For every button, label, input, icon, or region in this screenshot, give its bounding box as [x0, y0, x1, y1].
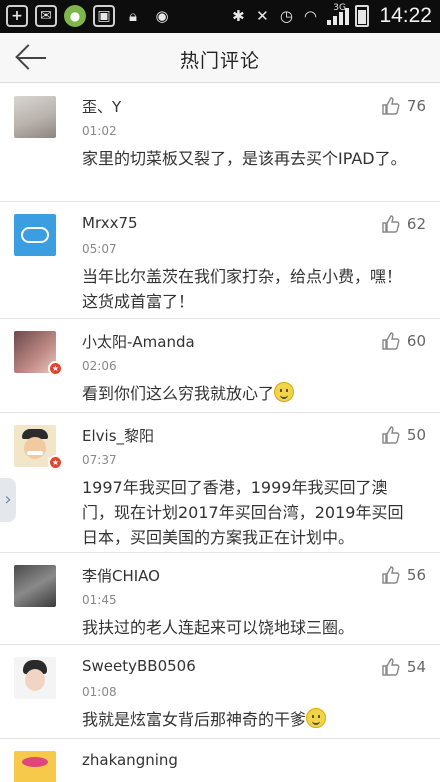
- clock: 14:22: [379, 4, 432, 27]
- network-type: 3G: [333, 3, 346, 13]
- thumbs-up-icon: [382, 215, 400, 233]
- smiley-emoji-icon: [274, 382, 295, 402]
- like-button[interactable]: 76: [381, 96, 426, 116]
- image-icon: ▣: [93, 5, 115, 27]
- avatar[interactable]: [14, 96, 56, 138]
- avatar[interactable]: [14, 657, 56, 699]
- comment-list[interactable]: 歪、Y 01:02 家里的切菜板又裂了，是该再去买个IPAD了。 76 Mrxx…: [0, 84, 440, 782]
- like-count: 50: [406, 426, 426, 444]
- like-count: 60: [406, 332, 426, 350]
- thumbs-up-icon: [382, 332, 400, 350]
- like-button[interactable]: 62: [381, 214, 426, 234]
- like-button[interactable]: 60: [381, 331, 426, 351]
- add-notification-icon: +: [6, 5, 28, 27]
- comment-text: 当年比尔盖茨在我们家打杂，给点小费，嘿！这货成首富了！: [82, 267, 403, 311]
- comment-item: zhakangning: [0, 739, 440, 782]
- vip-badge-icon: ★: [48, 455, 63, 470]
- comment-username[interactable]: 歪、Y: [82, 96, 121, 117]
- comment-username[interactable]: zhakangning: [82, 751, 178, 769]
- comment-username[interactable]: SweetyBB0506: [82, 657, 196, 675]
- comment-time: 02:06: [82, 359, 117, 373]
- like-count: 76: [406, 97, 426, 115]
- comment-item: 李俏CHIAO 01:45 我扶过的老人连起来可以饶地球三圈。 56: [0, 553, 440, 645]
- comment-item: 歪、Y 01:02 家里的切菜板又裂了，是该再去买个IPAD了。 76: [0, 84, 440, 202]
- comment-text: 家里的切菜板又裂了，是该再去买个IPAD了。: [82, 149, 407, 168]
- comment-username[interactable]: Elvis_黎阳: [82, 425, 154, 446]
- like-count: 62: [406, 215, 426, 233]
- like-count: 54: [406, 658, 426, 676]
- battery-icon: [355, 5, 370, 27]
- comment-text: 我扶过的老人连起来可以饶地球三圈。: [82, 618, 355, 637]
- avatar[interactable]: [14, 565, 56, 607]
- vip-badge-icon: ★: [48, 361, 63, 376]
- comment-username[interactable]: 李俏CHIAO: [82, 565, 160, 586]
- mail-icon: ✉: [35, 5, 57, 27]
- comment-item: Mrxx75 05:07 当年比尔盖茨在我们家打杂，给点小费，嘿！这货成首富了！…: [0, 202, 440, 319]
- wechat-icon: ●: [64, 5, 86, 27]
- smiley-emoji-icon: [306, 708, 327, 728]
- eye-icon: ◉: [155, 7, 169, 25]
- status-bar: + ✉ ● ▣ 🔒︎ ◉ ✱ ✕ ◷ ◠ 14:22 3G: [0, 0, 440, 33]
- thumbs-up-icon: [382, 566, 400, 584]
- avatar[interactable]: [14, 214, 56, 256]
- page-title: 热门评论: [179, 50, 260, 72]
- like-count: 56: [406, 566, 426, 584]
- like-button[interactable]: 56: [381, 565, 426, 585]
- thumbs-up-icon: [382, 97, 400, 115]
- mute-icon: ✕: [256, 7, 269, 25]
- comment-time: 01:02: [82, 124, 117, 138]
- comment-item: ★ Elvis_黎阳 07:37 1997年我买回了香港，1999年我买回了澳门…: [0, 413, 440, 553]
- side-drawer-handle-chevron-icon[interactable]: ›: [0, 478, 16, 522]
- comment-time: 05:07: [82, 242, 117, 256]
- comment-username[interactable]: 小太阳-Amanda: [82, 331, 195, 352]
- like-button[interactable]: 54: [381, 657, 426, 677]
- comment-time: 01:45: [82, 593, 117, 607]
- comment-item: ★ 小太阳-Amanda 02:06 看到你们这么穷我就放心了 60: [0, 319, 440, 413]
- comment-username[interactable]: Mrxx75: [82, 214, 138, 232]
- alarm-icon: ◷: [279, 7, 293, 25]
- wifi-icon: ◠: [303, 7, 317, 25]
- avatar[interactable]: [14, 751, 56, 782]
- lock-icon: 🔒︎: [129, 7, 137, 25]
- comment-time: 01:08: [82, 685, 117, 699]
- comment-text: 1997年我买回了香港，1999年我买回了澳门，现在计划2017年买回台湾，20…: [82, 478, 404, 547]
- like-button[interactable]: 50: [381, 425, 426, 445]
- comment-text: 看到你们这么穷我就放心了: [82, 381, 410, 406]
- comment-text: 我就是炫富女背后那神奇的干爹: [82, 707, 410, 732]
- bluetooth-icon: ✱: [232, 7, 245, 25]
- app-header: 热门评论: [0, 33, 440, 83]
- thumbs-up-icon: [382, 658, 400, 676]
- thumbs-up-icon: [382, 426, 400, 444]
- comment-time: 07:37: [82, 453, 117, 467]
- comment-item: SweetyBB0506 01:08 我就是炫富女背后那神奇的干爹 54: [0, 645, 440, 739]
